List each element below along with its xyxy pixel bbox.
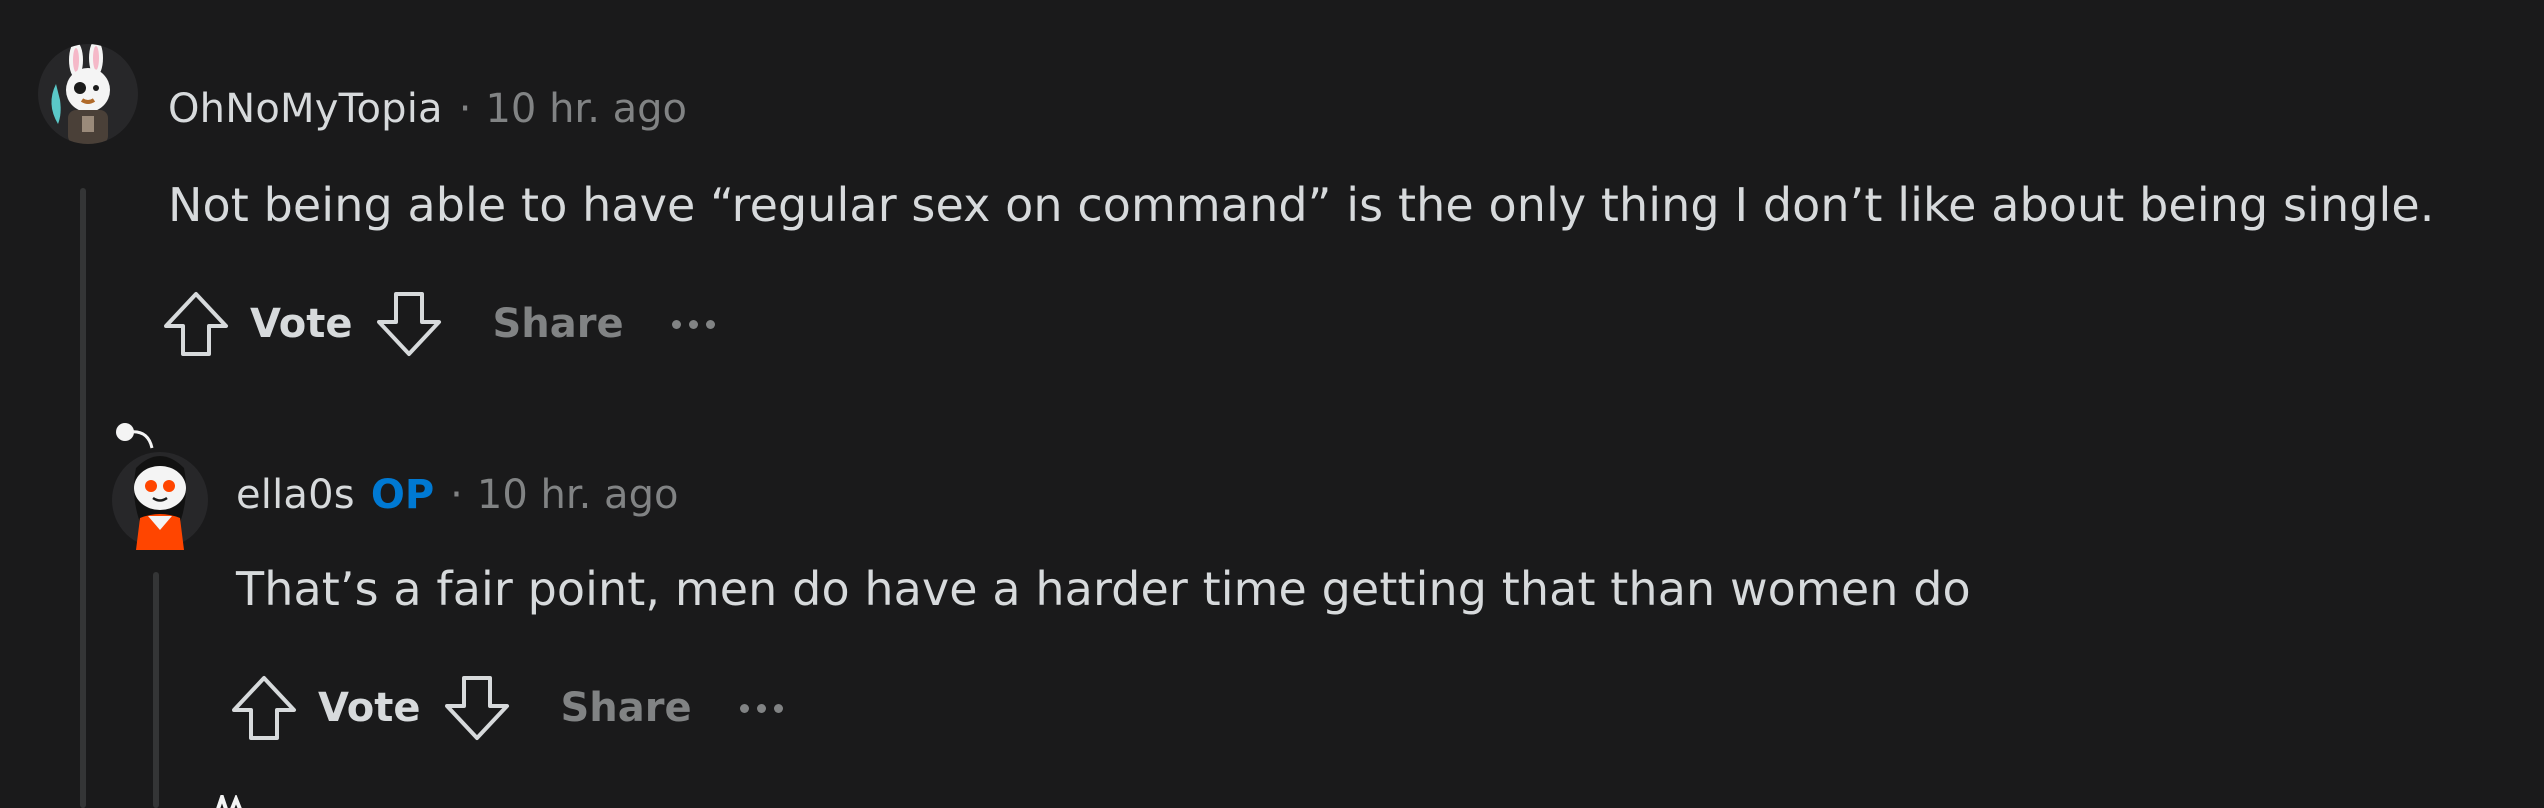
dot-icon: [705, 319, 715, 329]
user-avatar[interactable]: [108, 418, 212, 550]
vote-count: Vote: [318, 685, 421, 731]
thread-line[interactable]: [153, 572, 159, 808]
avatar-icon: [216, 794, 242, 808]
dot-icon: [671, 319, 681, 329]
comment-meta: OhNoMyTopia · 10 hr. ago: [168, 86, 687, 132]
comment-body: Not being able to have “regular sex on c…: [168, 178, 2435, 232]
vote-count: Vote: [250, 301, 353, 347]
upvote-button[interactable]: [160, 288, 232, 360]
thread-line[interactable]: [80, 188, 86, 808]
bunny-avatar-icon: [51, 44, 110, 144]
dot-icon: [773, 703, 783, 713]
dot-icon: [756, 703, 766, 713]
comment-meta: ella0s OP · 10 hr. ago: [236, 472, 678, 518]
downvote-icon: [444, 676, 509, 740]
timestamp[interactable]: 10 hr. ago: [477, 472, 679, 518]
username[interactable]: OhNoMyTopia: [168, 86, 443, 132]
comment-actions: Vote Share: [160, 284, 715, 364]
share-button[interactable]: Share: [561, 685, 692, 731]
separator-dot: ·: [450, 472, 463, 518]
upvote-button[interactable]: [228, 672, 300, 744]
dot-icon: [688, 319, 698, 329]
next-comment-avatar[interactable]: [196, 794, 266, 808]
share-button[interactable]: Share: [493, 301, 624, 347]
timestamp[interactable]: 10 hr. ago: [485, 86, 687, 132]
separator-dot: ·: [458, 86, 472, 132]
downvote-button[interactable]: [373, 288, 445, 360]
snoo-avatar-icon: [112, 423, 208, 550]
dot-icon: [739, 703, 749, 713]
op-badge: OP: [370, 472, 435, 518]
downvote-icon: [376, 292, 441, 356]
username[interactable]: ella0s: [236, 472, 355, 518]
more-options-button[interactable]: [671, 319, 715, 329]
comment-body: That’s a fair point, men do have a harde…: [236, 562, 1971, 616]
more-options-button[interactable]: [739, 703, 783, 713]
user-avatar[interactable]: [38, 44, 138, 144]
upvote-icon: [164, 292, 228, 356]
upvote-icon: [232, 676, 296, 740]
comment-actions: Vote Share: [228, 668, 783, 748]
downvote-button[interactable]: [441, 672, 513, 744]
